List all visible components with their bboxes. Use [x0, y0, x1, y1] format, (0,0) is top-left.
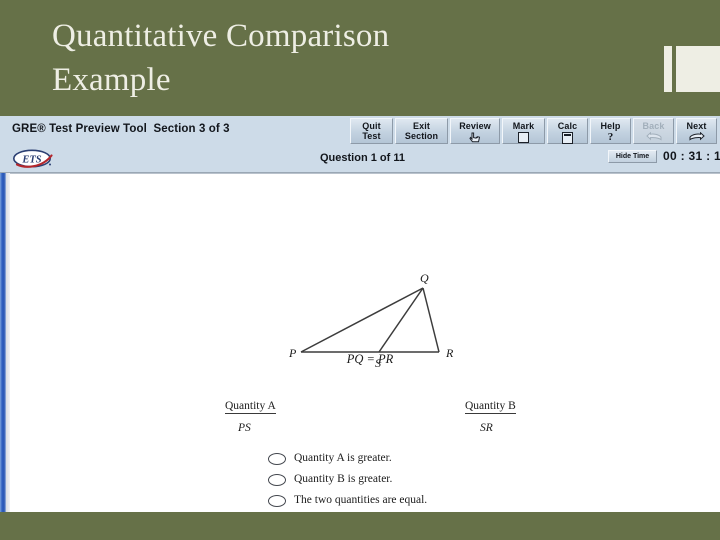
- answer-choice-list: Quantity A is greater. Quantity B is grea…: [266, 452, 566, 512]
- exit-section-label: Exit: [413, 121, 430, 131]
- hide-time-button[interactable]: Hide Time: [608, 150, 657, 163]
- checkbox-square-icon: [518, 132, 529, 143]
- answer-choice-2-text: Quantity B is greater.: [294, 473, 393, 485]
- quit-test-label: Quit: [362, 121, 381, 131]
- decorative-accent-block: [676, 46, 720, 92]
- back-label: Back: [642, 121, 665, 131]
- quantity-a-value: PS: [238, 422, 251, 434]
- question-content-pane: P Q R S PQ = PR Quantity A PS Quantity B…: [10, 173, 720, 512]
- countdown-timer: 00 : 31 : 14: [663, 149, 720, 163]
- radio-oval-2[interactable]: [268, 474, 286, 486]
- answer-choice-1[interactable]: Quantity A is greater.: [266, 452, 566, 471]
- arrow-right-icon: [677, 131, 716, 143]
- pointing-hand-icon: [451, 132, 499, 145]
- answer-choice-2[interactable]: Quantity B is greater.: [266, 473, 566, 492]
- test-header: GRE® Test Preview Tool Section 3 of 3 Qu…: [0, 116, 720, 173]
- calc-button[interactable]: Calc: [547, 118, 588, 144]
- mark-button[interactable]: Mark: [502, 118, 545, 144]
- arrow-left-icon: [634, 131, 673, 143]
- quit-test-label-line2: Test: [362, 131, 381, 141]
- app-title: GRE® Test Preview Tool Section 3 of 3: [12, 123, 230, 135]
- help-button[interactable]: Help?: [590, 118, 631, 144]
- exit-section-button[interactable]: Exit Section: [395, 118, 448, 144]
- calculator-icon: [562, 132, 573, 144]
- quantity-b-header: Quantity B: [465, 400, 516, 414]
- decorative-accent-bar: [664, 46, 672, 92]
- quit-test-button[interactable]: Quit Test: [350, 118, 393, 144]
- gre-test-window: GRE® Test Preview Tool Section 3 of 3 Qu…: [0, 116, 720, 512]
- answer-choice-3-text: The two quantities are equal.: [294, 494, 428, 506]
- exit-section-label-line2: Section: [404, 131, 439, 141]
- back-button: Back: [633, 118, 674, 144]
- question-counter: Question 1 of 11: [320, 152, 405, 164]
- svg-text:Q: Q: [420, 271, 429, 285]
- page-title: Quantitative Comparison Example: [52, 18, 390, 98]
- radio-oval-3[interactable]: [268, 495, 286, 507]
- presentation-slide: Quantitative Comparison Example GRE® Tes…: [0, 0, 720, 540]
- quantity-b-value: SR: [480, 422, 493, 434]
- test-header-row-bottom: Question 1 of 11 Hide Time 00 : 31 : 14: [0, 146, 720, 171]
- next-button[interactable]: Next: [676, 118, 717, 144]
- calc-label: Calc: [557, 121, 578, 131]
- review-label: Review: [459, 121, 491, 131]
- quantity-a-header: Quantity A: [225, 400, 276, 414]
- help-label: Help: [600, 121, 621, 131]
- mark-label: Mark: [512, 121, 535, 131]
- question-mark-icon: ?: [607, 131, 614, 143]
- answer-choice-1-text: Quantity A is greater.: [294, 452, 392, 464]
- radio-oval-1[interactable]: [268, 453, 286, 465]
- answer-choice-3[interactable]: The two quantities are equal.: [266, 494, 566, 512]
- figure-given-condition: PQ = PR: [346, 352, 394, 366]
- next-label: Next: [686, 121, 707, 131]
- test-header-row-top: GRE® Test Preview Tool Section 3 of 3 Qu…: [0, 116, 720, 146]
- review-button[interactable]: Review: [450, 118, 500, 144]
